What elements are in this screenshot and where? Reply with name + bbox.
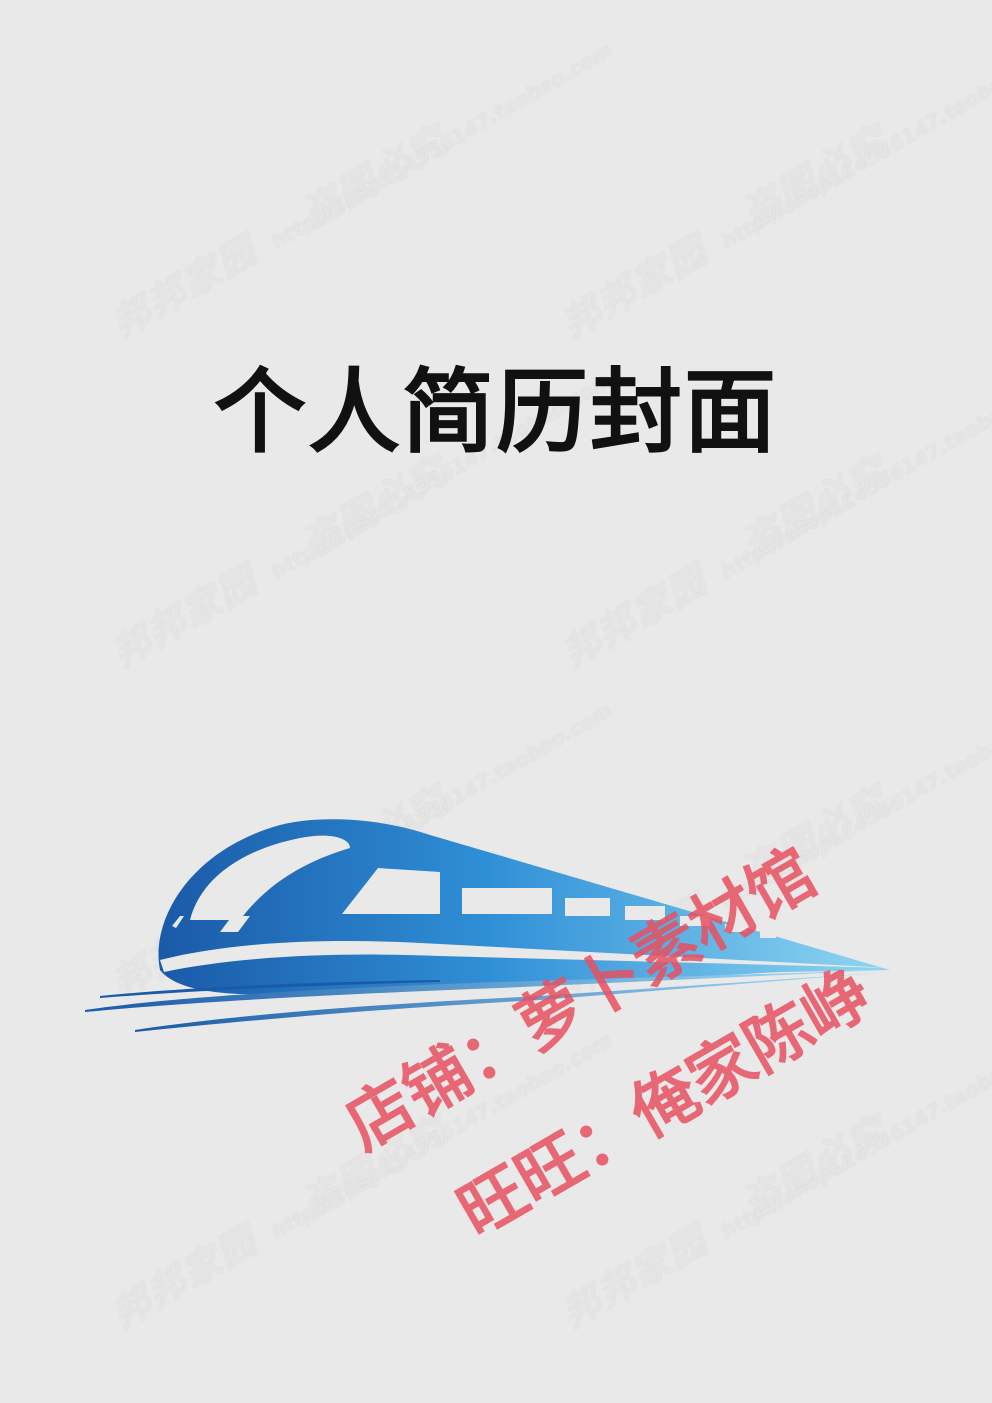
watermark: 邦邦家园http://shop114556147.taobao.com [554, 37, 992, 346]
watermark: 盗图必究 [734, 1107, 896, 1226]
cover-title: 个人简历封面 [213, 359, 778, 466]
watermark: 盗图必究 [734, 117, 896, 236]
watermark: 邦邦家园http://shop114556147.taobao.com [104, 37, 617, 346]
resume-cover-page: 邦邦家园http://shop114556147.taobao.com 邦邦家园… [0, 0, 992, 1403]
watermark: 盗图必究 [294, 117, 456, 236]
